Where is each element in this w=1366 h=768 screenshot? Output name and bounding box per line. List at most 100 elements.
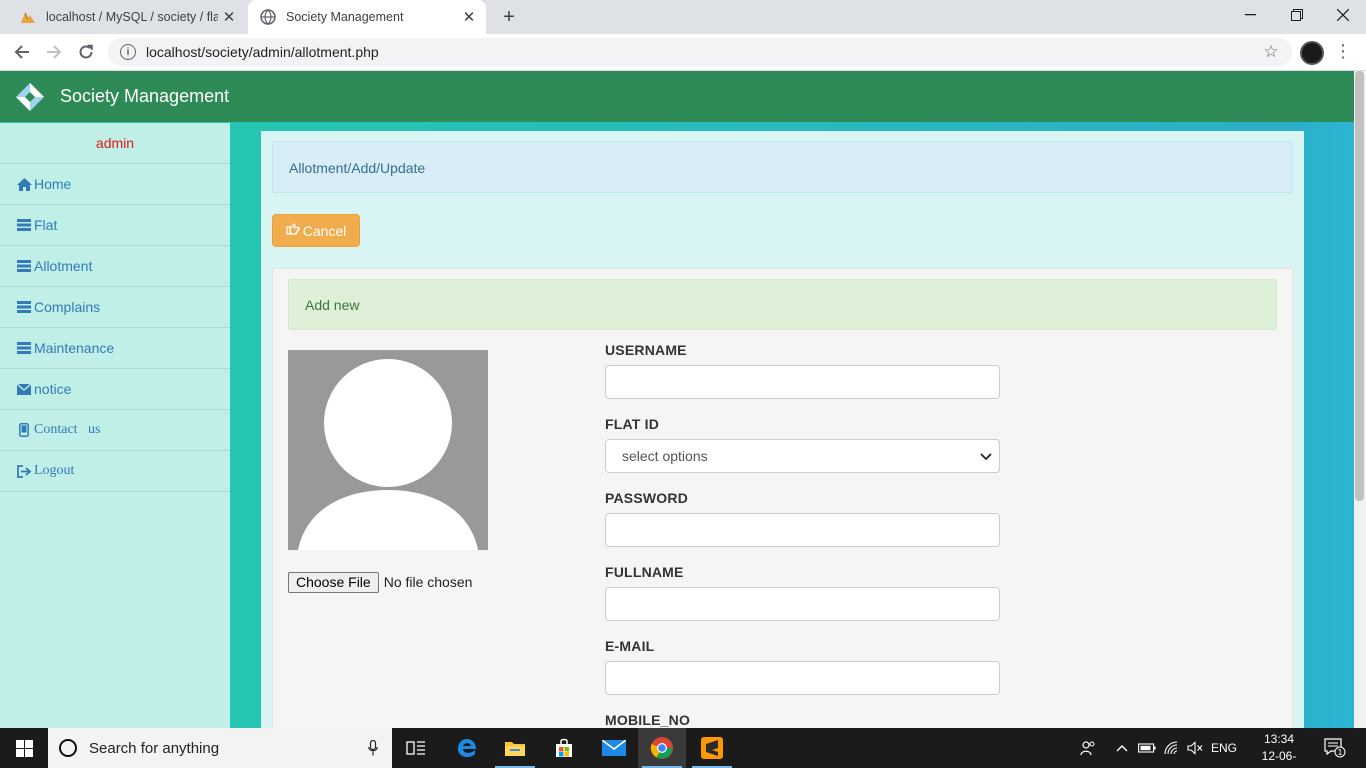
brand-title[interactable]: Society Management bbox=[60, 86, 229, 107]
brand-logo-icon bbox=[16, 82, 44, 111]
sidebar-item-allotment[interactable]: Allotment bbox=[0, 246, 230, 287]
taskbar: Search for anything ENG 13:34 12-06-2020 bbox=[0, 728, 1366, 768]
file-status: No file chosen bbox=[383, 574, 473, 590]
sidebar-item-notice[interactable]: notice bbox=[0, 369, 230, 410]
sidebar-item-label: Allotment bbox=[34, 258, 93, 274]
sidebar-item-contact[interactable]: Contact us bbox=[0, 410, 230, 451]
chevron-down-icon bbox=[980, 453, 992, 461]
clock-time: 13:34 bbox=[1263, 732, 1295, 746]
close-tab-icon[interactable]: ✕ bbox=[218, 6, 240, 28]
app-header: Society Management bbox=[0, 71, 1354, 122]
cancel-label: Cancel bbox=[302, 222, 347, 239]
file-upload: Choose File No file chosen bbox=[288, 571, 472, 593]
flat-id-selected: select options bbox=[622, 448, 708, 464]
bookmark-star-icon[interactable]: ☆ bbox=[1258, 42, 1284, 62]
mail-icon[interactable] bbox=[590, 728, 638, 768]
cortana-icon bbox=[59, 739, 77, 757]
password-label: PASSWORD bbox=[605, 490, 689, 506]
scrollbar-thumb[interactable] bbox=[1355, 71, 1364, 501]
sidebar-item-label: Complains bbox=[34, 299, 101, 315]
breadcrumb: Allotment/Add/Update bbox=[272, 141, 1293, 193]
site-info-icon[interactable]: i bbox=[120, 44, 136, 60]
notification-count: 1 bbox=[1337, 748, 1342, 757]
wifi-icon[interactable] bbox=[1162, 728, 1182, 768]
password-input[interactable] bbox=[605, 513, 1000, 547]
username-input[interactable] bbox=[605, 365, 1000, 399]
restore-icon[interactable] bbox=[1274, 0, 1320, 30]
cancel-button[interactable]: Cancel bbox=[272, 214, 360, 247]
sidebar-item-maintenance[interactable]: Maintenance bbox=[0, 328, 230, 369]
task-view-icon[interactable] bbox=[392, 728, 440, 768]
sidebar-item-label: Logout bbox=[34, 463, 75, 478]
sidebar-item-label: Flat bbox=[34, 217, 58, 233]
back-icon[interactable] bbox=[8, 38, 36, 66]
close-window-icon[interactable] bbox=[1320, 0, 1366, 30]
tab-title: Society Management bbox=[286, 10, 404, 24]
sidebar-username: admin bbox=[0, 123, 230, 164]
email-label: E-MAIL bbox=[605, 638, 655, 654]
allotment-form: Add new Choose File No file chosen USERN… bbox=[272, 268, 1293, 728]
reload-icon[interactable] bbox=[72, 38, 100, 66]
browser-tab-phpmyadmin[interactable]: localhost / MySQL / society / flat ✕ bbox=[8, 0, 246, 34]
fullname-input[interactable] bbox=[605, 587, 1000, 621]
sidebar: admin Home Flat Allotment Complains Main… bbox=[0, 123, 230, 728]
profile-avatar[interactable] bbox=[1300, 41, 1324, 65]
show-hidden-icons-chevron-up-icon[interactable] bbox=[1112, 728, 1132, 768]
page-scrollbar[interactable] bbox=[1354, 71, 1366, 728]
taskbar-clock[interactable]: 13:34 12-06-2020 bbox=[1252, 731, 1306, 768]
tab-title: localhost / MySQL / society / flat bbox=[46, 10, 218, 24]
list-icon bbox=[16, 259, 32, 273]
form-heading: Add new bbox=[288, 279, 1277, 330]
search-placeholder: Search for anything bbox=[89, 739, 220, 757]
people-icon[interactable] bbox=[1076, 728, 1100, 768]
envelope-icon bbox=[16, 382, 32, 396]
choose-file-button[interactable]: Choose File bbox=[288, 571, 379, 593]
flat-id-select[interactable]: select options bbox=[605, 439, 1000, 473]
address-bar[interactable]: i localhost/society/admin/allotment.php … bbox=[108, 38, 1292, 66]
phone-icon bbox=[16, 423, 32, 437]
browser-toolbar: i localhost/society/admin/allotment.php … bbox=[0, 34, 1366, 71]
phpmyadmin-icon bbox=[20, 9, 36, 25]
list-icon bbox=[16, 341, 32, 355]
sidebar-item-flat[interactable]: Flat bbox=[0, 205, 230, 246]
profile-photo-placeholder bbox=[288, 350, 488, 550]
sidebar-item-home[interactable]: Home bbox=[0, 164, 230, 205]
microphone-icon[interactable] bbox=[368, 740, 378, 756]
sidebar-item-label: Home bbox=[34, 176, 72, 192]
logout-icon bbox=[16, 464, 32, 478]
new-tab-button[interactable]: + bbox=[496, 5, 522, 29]
fullname-label: FULLNAME bbox=[605, 564, 684, 580]
browser-menu-icon[interactable]: ⋮ bbox=[1334, 40, 1352, 64]
username-label: USERNAME bbox=[605, 342, 687, 358]
globe-icon bbox=[260, 9, 276, 25]
volume-muted-icon[interactable] bbox=[1185, 728, 1205, 768]
mobile-label: MOBILE_NO bbox=[605, 712, 691, 728]
sidebar-item-label: Contact us bbox=[34, 422, 101, 437]
page-viewport: Society Management admin Home Flat Allot… bbox=[0, 71, 1366, 728]
action-center-icon[interactable]: 1 bbox=[1320, 728, 1350, 768]
taskbar-search[interactable]: Search for anything bbox=[48, 728, 392, 768]
chrome-icon[interactable] bbox=[638, 728, 686, 768]
browser-tab-strip: localhost / MySQL / society / flat ✕ Soc… bbox=[0, 0, 1366, 34]
battery-icon[interactable] bbox=[1137, 728, 1157, 768]
url-text: localhost/society/admin/allotment.php bbox=[146, 44, 379, 60]
microsoft-store-icon[interactable] bbox=[540, 728, 588, 768]
minimize-icon[interactable] bbox=[1228, 0, 1274, 30]
file-explorer-icon[interactable] bbox=[491, 728, 539, 768]
close-tab-icon[interactable]: ✕ bbox=[458, 6, 480, 28]
language-indicator[interactable]: ENG bbox=[1208, 728, 1240, 768]
list-icon bbox=[16, 218, 32, 232]
sidebar-item-logout[interactable]: Logout bbox=[0, 451, 230, 492]
list-icon bbox=[16, 300, 32, 314]
hand-point-icon bbox=[286, 223, 300, 238]
browser-tab-society[interactable]: Society Management ✕ bbox=[248, 0, 486, 34]
sidebar-item-complains[interactable]: Complains bbox=[0, 287, 230, 328]
edge-browser-icon[interactable] bbox=[443, 728, 491, 768]
windows-start-icon[interactable] bbox=[0, 728, 48, 768]
email-input[interactable] bbox=[605, 661, 1000, 695]
clock-date: 12-06-2020 bbox=[1261, 749, 1297, 768]
flat-id-label: FLAT ID bbox=[605, 416, 660, 432]
sublime-text-icon[interactable] bbox=[688, 728, 736, 768]
main-panel: Allotment/Add/Update Cancel Add new Choo… bbox=[261, 131, 1304, 728]
forward-icon[interactable] bbox=[40, 38, 68, 66]
